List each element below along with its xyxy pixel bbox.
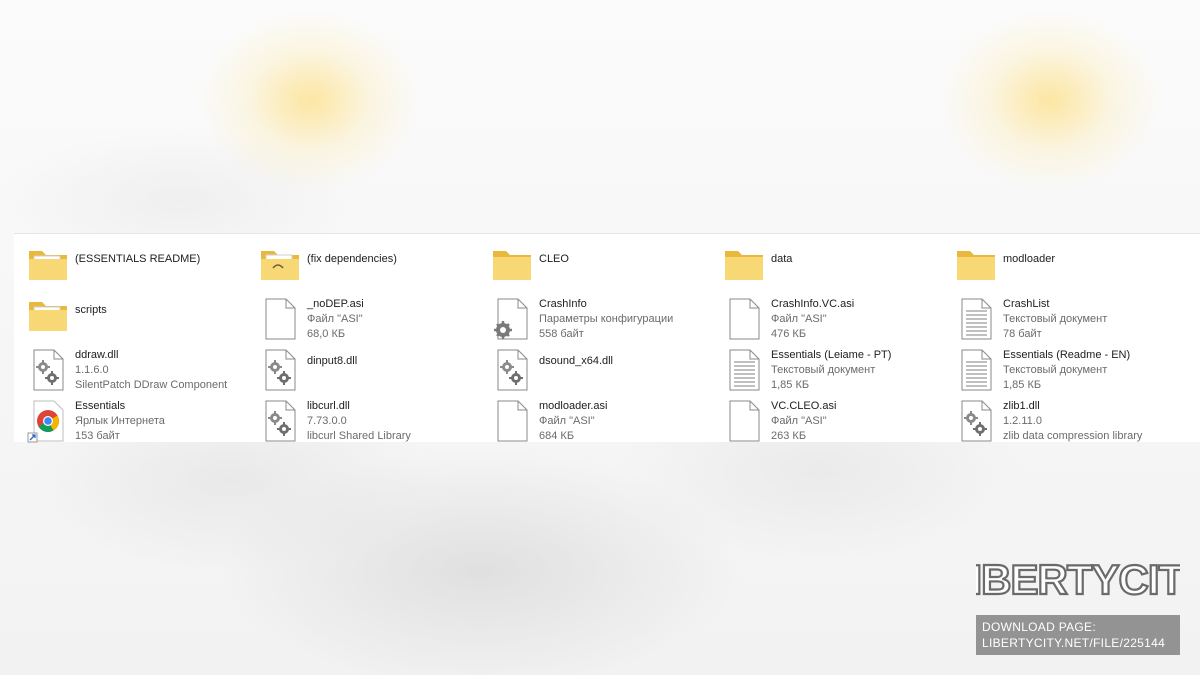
folder-icon	[725, 251, 763, 280]
file-item-dsound-x64-dll[interactable]: dsound_x64.dll	[482, 340, 710, 391]
download-label: DOWNLOAD PAGE:	[982, 620, 1096, 634]
item-description: zlib data compression library	[1003, 430, 1143, 442]
item-size: 263 КБ	[771, 430, 807, 442]
item-name: (ESSENTIALS README)	[75, 253, 201, 265]
dll-file-icon	[33, 349, 64, 391]
folder-item-scripts[interactable]: scripts	[18, 289, 246, 339]
folder-item-cleo[interactable]: CLEO	[482, 238, 710, 288]
file-item-crashinfo-vc-asi[interactable]: CrashInfo.VC.asi Файл "ASI" 476 КБ	[714, 289, 942, 340]
item-type: Файл "ASI"	[539, 415, 595, 427]
item-name: modloader.asi	[539, 400, 608, 412]
file-item-modloader-asi[interactable]: modloader.asi Файл "ASI" 684 КБ	[482, 391, 710, 442]
config-file-icon	[494, 298, 528, 340]
item-type: Текстовый документ	[1003, 313, 1108, 325]
item-type: Файл "ASI"	[307, 313, 363, 325]
item-name: CLEO	[539, 253, 569, 265]
item-name: CrashList	[1003, 298, 1050, 310]
file-item-essentials-shortcut[interactable]: Essentials Ярлык Интернета 153 байт	[18, 391, 246, 443]
file-item-dinput8-dll[interactable]: dinput8.dll	[250, 340, 478, 391]
file-explorer-view: (ESSENTIALS README) (fix dependencies) C…	[14, 233, 1200, 443]
download-url: LIBERTYCITY.NET/FILE/225144	[982, 636, 1166, 650]
item-version: 1.2.11.0	[1003, 415, 1042, 427]
item-name: dinput8.dll	[307, 355, 358, 367]
blank-file-icon	[497, 400, 528, 442]
item-type: Ярлык Интернета	[75, 415, 165, 427]
libertycity-logo: LIBERTYCITY	[976, 555, 1180, 604]
item-name: dsound_x64.dll	[539, 355, 614, 367]
item-type: Файл "ASI"	[771, 313, 827, 325]
file-item-essentials-leiame-pt[interactable]: Essentials (Leiame - PT) Текстовый докум…	[714, 340, 942, 391]
folder-item-modloader[interactable]: modloader	[946, 238, 1174, 288]
file-item-essentials-readme-en[interactable]: Essentials (Readme - EN) Текстовый докум…	[946, 340, 1174, 391]
item-description: libcurl Shared Library	[307, 430, 411, 442]
item-name: scripts	[75, 304, 107, 316]
dll-file-icon	[961, 400, 992, 442]
text-file-icon	[961, 298, 992, 340]
item-type: Параметры конфигурации	[539, 313, 674, 325]
dll-file-icon	[265, 400, 296, 442]
text-file-icon	[961, 349, 992, 391]
download-page-banner: DOWNLOAD PAGE: LIBERTYCITY.NET/FILE/2251…	[976, 615, 1180, 655]
blank-file-icon	[729, 400, 760, 442]
file-item-vc-cleo-asi[interactable]: VC.CLEO.asi Файл "ASI" 263 КБ	[714, 391, 942, 442]
item-name: ddraw.dll	[75, 349, 119, 361]
item-name: (fix dependencies)	[307, 253, 397, 265]
item-version: 7.73.0.0	[307, 415, 347, 427]
item-name: libcurl.dll	[307, 400, 350, 412]
item-name: Essentials	[75, 400, 126, 412]
item-name: VC.CLEO.asi	[771, 400, 837, 412]
text-file-icon	[729, 349, 760, 391]
item-name: Essentials (Leiame - PT)	[771, 349, 892, 361]
item-size: 684 КБ	[539, 430, 575, 442]
blank-file-icon	[265, 298, 296, 340]
item-name: modloader	[1003, 253, 1055, 265]
dll-file-icon	[497, 349, 528, 391]
dll-file-icon	[265, 349, 296, 391]
item-size: 153 байт	[75, 430, 120, 442]
folder-item-fix-dependencies[interactable]: (fix dependencies)	[250, 238, 478, 288]
item-type: Файл "ASI"	[771, 415, 827, 427]
blank-file-icon	[729, 298, 760, 340]
file-item-libcurl-dll[interactable]: libcurl.dll 7.73.0.0 libcurl Shared Libr…	[250, 391, 478, 442]
item-name: CrashInfo.VC.asi	[771, 298, 855, 310]
item-type: Текстовый документ	[771, 364, 876, 376]
folder-with-files-icon	[29, 302, 67, 331]
item-name: _noDEP.asi	[307, 298, 364, 310]
folder-with-image-icon	[261, 251, 299, 280]
item-name: zlib1.dll	[1003, 400, 1040, 412]
file-item-zlib1-dll[interactable]: zlib1.dll 1.2.11.0 zlib data compression…	[946, 391, 1174, 442]
item-name: Essentials (Readme - EN)	[1003, 349, 1131, 361]
file-item-crashinfo[interactable]: CrashInfo Параметры конфигурации 558 бай…	[482, 289, 710, 340]
folder-item-data[interactable]: data	[714, 238, 942, 288]
folder-with-files-icon	[29, 251, 67, 280]
item-version: 1.1.6.0	[75, 364, 109, 376]
chrome-shortcut-icon	[27, 400, 64, 443]
file-item-nodep-asi[interactable]: _noDEP.asi Файл "ASI" 68,0 КБ	[250, 289, 478, 340]
folder-icon	[957, 251, 995, 280]
file-item-ddraw-dll[interactable]: ddraw.dll 1.1.6.0 SilentPatch DDraw Comp…	[18, 340, 246, 391]
item-type: Текстовый документ	[1003, 364, 1108, 376]
folder-item-essentials-readme[interactable]: (ESSENTIALS README)	[18, 238, 246, 288]
svg-text:LIBERTYCITY: LIBERTYCITY	[976, 556, 1180, 603]
folder-icon	[493, 251, 531, 280]
file-item-crashlist[interactable]: CrashList Текстовый документ 78 байт	[946, 289, 1174, 340]
item-name: CrashInfo	[539, 298, 587, 310]
item-name: data	[771, 253, 793, 265]
